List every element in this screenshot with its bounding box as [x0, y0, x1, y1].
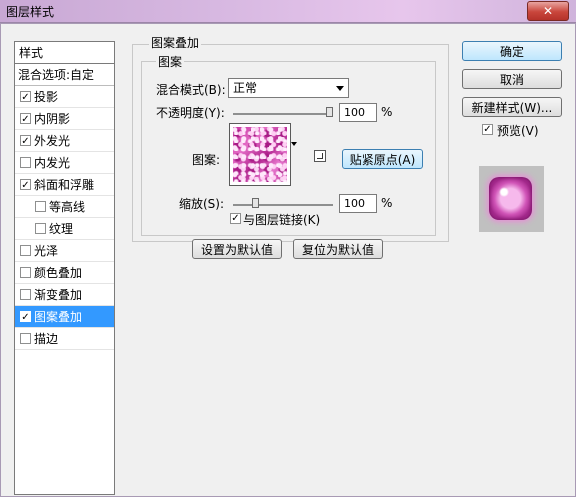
- reset-default-button[interactable]: 复位为默认值: [293, 239, 383, 259]
- style-list-item-label: 内阴影: [34, 112, 71, 126]
- new-style-button[interactable]: 新建样式(W)...: [462, 97, 562, 117]
- style-list-item-label: 图案叠加: [34, 310, 83, 324]
- preview-sample: [489, 177, 532, 220]
- cancel-button[interactable]: 取消: [462, 69, 562, 89]
- pattern-picker[interactable]: [229, 123, 291, 186]
- style-list-item[interactable]: ✓ 斜面和浮雕: [15, 174, 114, 196]
- reset-default-label: 复位为默认值: [301, 242, 374, 257]
- new-style-label: 新建样式(W)...: [471, 100, 553, 115]
- style-list-item-label: 斜面和浮雕: [34, 178, 95, 192]
- scale-label: 缩放(S):: [179, 197, 225, 211]
- set-default-label: 设置为默认值: [200, 242, 273, 257]
- blend-mode-select[interactable]: 正常: [228, 78, 349, 98]
- dropdown-arrow-icon[interactable]: [291, 142, 297, 146]
- blend-mode-label: 混合模式(B):: [156, 83, 226, 97]
- snap-origin-button[interactable]: 贴紧原点(A): [342, 149, 423, 169]
- style-list-item[interactable]: 描边: [15, 328, 114, 350]
- titlebar: 图层样式 ✕: [0, 0, 576, 23]
- pattern-subgroup-title: 图案: [156, 53, 185, 70]
- style-list-item[interactable]: ✓ 内阴影: [15, 108, 114, 130]
- style-list-item[interactable]: ✓ 图案叠加: [15, 306, 114, 328]
- style-list-item-label: 纹理: [49, 222, 74, 236]
- ok-label: 确定: [499, 44, 524, 59]
- scale-unit: %: [381, 196, 393, 210]
- style-list-item[interactable]: 等高线: [15, 196, 114, 218]
- style-list-item[interactable]: 颜色叠加: [15, 262, 114, 284]
- style-checkbox[interactable]: ✓: [20, 179, 31, 191]
- dropdown-arrow-icon: [336, 86, 344, 91]
- style-checkbox[interactable]: [35, 223, 46, 234]
- pattern-overlay-title: 图案叠加: [149, 34, 202, 51]
- style-list-item[interactable]: 纹理: [15, 218, 114, 240]
- pattern-swatch: [233, 127, 287, 182]
- close-icon: ✕: [542, 4, 554, 18]
- style-checkbox[interactable]: ✓: [20, 135, 31, 147]
- style-list: 样式 混合选项:自定 ✓ 投影 ✓ 内阴影 ✓ 外发光 内发光 ✓ 斜面和浮雕 等高线 纹理 光泽 颜色…: [14, 41, 115, 495]
- close-button[interactable]: ✕: [527, 1, 569, 21]
- opacity-input[interactable]: 100: [339, 103, 377, 122]
- link-checkbox[interactable]: ✓: [230, 213, 241, 224]
- style-checkbox[interactable]: [20, 157, 31, 168]
- blend-mode-value: 正常: [233, 81, 258, 95]
- style-checkbox[interactable]: [20, 245, 31, 256]
- styles-header-label: 样式: [19, 46, 44, 60]
- opacity-unit: %: [381, 105, 393, 119]
- styles-header[interactable]: 样式: [15, 42, 114, 64]
- dialog-body: 样式 混合选项:自定 ✓ 投影 ✓ 内阴影 ✓ 外发光 内发光 ✓ 斜面和浮雕 等高线 纹理 光泽 颜色…: [0, 23, 576, 497]
- style-checkbox[interactable]: [35, 201, 46, 212]
- style-list-item[interactable]: 内发光: [15, 152, 114, 174]
- ok-button[interactable]: 确定: [462, 41, 562, 61]
- window-title: 图层样式: [6, 5, 55, 19]
- link-label: 与图层链接(K): [243, 213, 321, 227]
- style-list-item[interactable]: 渐变叠加: [15, 284, 114, 306]
- style-list-item[interactable]: 光泽: [15, 240, 114, 262]
- opacity-slider-thumb[interactable]: [326, 107, 333, 117]
- style-list-item-label: 描边: [34, 332, 59, 346]
- style-checkbox[interactable]: [20, 333, 31, 344]
- style-checkbox[interactable]: ✓: [20, 91, 31, 103]
- opacity-slider-track[interactable]: [233, 113, 333, 115]
- style-checkbox[interactable]: ✓: [20, 311, 31, 323]
- style-checkbox[interactable]: [20, 289, 31, 300]
- style-list-item-label: 等高线: [49, 200, 86, 214]
- style-list-item-label: 光泽: [34, 244, 59, 258]
- preview-label: 预览(V): [497, 124, 539, 138]
- pattern-label: 图案:: [192, 153, 221, 167]
- set-default-button[interactable]: 设置为默认值: [192, 239, 282, 259]
- cancel-label: 取消: [499, 72, 524, 87]
- style-list-item-label: 渐变叠加: [34, 288, 83, 302]
- scale-slider-track[interactable]: [233, 204, 333, 206]
- preview-checkbox[interactable]: ✓: [482, 124, 493, 135]
- new-preset-icon[interactable]: [314, 150, 326, 162]
- style-list-item[interactable]: ✓ 投影: [15, 86, 114, 108]
- snap-origin-label: 贴紧原点(A): [349, 152, 416, 167]
- style-list-item[interactable]: ✓ 外发光: [15, 130, 114, 152]
- opacity-label: 不透明度(Y):: [156, 106, 225, 120]
- style-list-item-label: 投影: [34, 90, 59, 104]
- style-checkbox[interactable]: [20, 267, 31, 278]
- blend-options-label: 混合选项:自定: [18, 68, 95, 82]
- blend-options-item[interactable]: 混合选项:自定: [15, 64, 114, 86]
- scale-input[interactable]: 100: [339, 194, 377, 213]
- style-checkbox[interactable]: ✓: [20, 113, 31, 125]
- style-list-item-label: 内发光: [34, 156, 71, 170]
- style-preview: [479, 166, 544, 232]
- scale-slider-thumb[interactable]: [251, 198, 259, 208]
- style-list-item-label: 外发光: [34, 134, 71, 148]
- style-list-item-label: 颜色叠加: [34, 266, 83, 280]
